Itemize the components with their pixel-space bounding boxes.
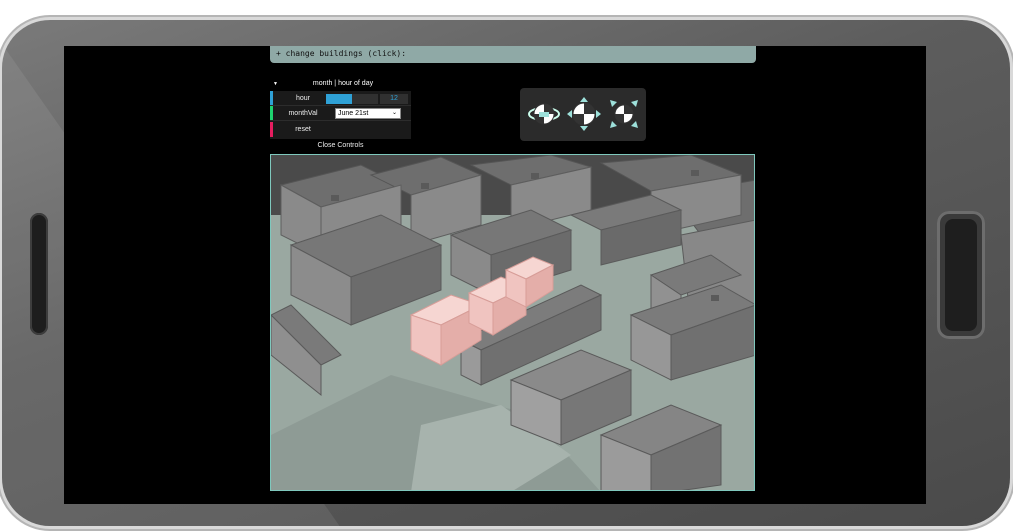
hour-value-input[interactable]: 12 — [380, 94, 408, 104]
zoom-icon[interactable] — [606, 96, 642, 132]
phone-speaker-slot — [30, 213, 48, 335]
month-label: monthVal — [288, 110, 318, 117]
3d-city-viewport[interactable] — [270, 154, 755, 491]
month-select[interactable]: June 21st ⌄ — [335, 108, 401, 119]
reset-button[interactable]: reset — [273, 122, 333, 137]
hour-control-row: hour 12 — [270, 91, 411, 106]
camera-controls-panel — [520, 88, 646, 141]
phone-home-button-inner — [945, 219, 977, 331]
month-control-row: monthVal June 21st ⌄ — [270, 106, 411, 121]
orbit-icon[interactable] — [526, 96, 562, 132]
reset-control-row[interactable]: reset — [270, 122, 411, 137]
gui-controls-panel: hour 12 monthVal June 21st ⌄ reset — [270, 91, 411, 139]
phone-screen: + change buildings (click): ▼ month | ho… — [64, 46, 926, 504]
change-buildings-banner[interactable]: + change buildings (click): — [270, 46, 756, 63]
hour-slider[interactable] — [326, 94, 378, 104]
hour-label: hour — [295, 95, 310, 102]
close-controls-button[interactable]: Close Controls — [270, 140, 411, 152]
city-scene — [271, 155, 754, 490]
hour-slider-fill — [326, 94, 352, 104]
gui-folder-title-text: month | hour of day — [312, 80, 374, 87]
pan-icon[interactable] — [566, 96, 602, 132]
chevron-down-icon: ⌄ — [391, 110, 397, 116]
month-select-value: June 21st — [338, 110, 369, 117]
gui-folder-title[interactable]: ▼ month | hour of day — [270, 79, 410, 89]
